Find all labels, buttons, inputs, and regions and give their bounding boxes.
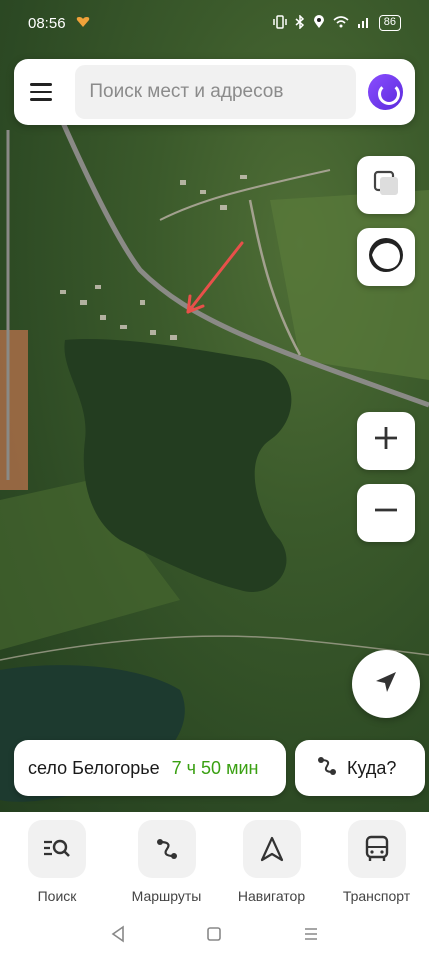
alice-assistant-icon[interactable]: [367, 74, 403, 110]
recents-menu-icon: [303, 926, 319, 947]
navigation-arrow-icon: [372, 668, 400, 701]
plus-icon: [372, 424, 400, 458]
tab-label: Транспорт: [342, 888, 411, 904]
layers-icon: [370, 167, 402, 204]
home-button[interactable]: [194, 921, 234, 951]
bottom-tab-bar: Поиск Маршруты Навигатор Транспорт: [0, 812, 429, 912]
my-location-button[interactable]: [352, 650, 420, 718]
bluetooth-icon: [295, 13, 305, 32]
search-placeholder: Поиск мест и адресов: [89, 81, 284, 102]
tab-search[interactable]: Поиск: [0, 812, 114, 912]
minus-icon: [372, 496, 400, 530]
where-label: Куда?: [347, 757, 397, 778]
map-layers-button[interactable]: [357, 156, 415, 214]
tab-transport[interactable]: Транспорт: [324, 812, 429, 912]
back-button[interactable]: [98, 921, 138, 951]
route-icon: [315, 754, 339, 783]
battery-indicator: 86: [378, 15, 401, 31]
route-suggestion[interactable]: село Белогорье 7 ч 50 мин: [14, 740, 286, 796]
status-time: 08:56: [28, 14, 66, 32]
back-triangle-icon: [110, 924, 126, 948]
where-button[interactable]: Куда?: [295, 740, 425, 796]
status-bar: 08:56 86: [0, 0, 429, 46]
map-mode-icon: [366, 235, 406, 280]
location-icon: [313, 14, 325, 32]
destination-name: село Белогорье: [28, 757, 160, 778]
zoom-out-button[interactable]: [357, 484, 415, 542]
routes-icon: [137, 820, 196, 878]
zoom-in-button[interactable]: [357, 412, 415, 470]
tab-navigator[interactable]: Навигатор: [219, 812, 324, 912]
notification-icon: [76, 15, 90, 32]
tab-routes[interactable]: Маршруты: [114, 812, 219, 912]
menu-button[interactable]: [30, 77, 59, 107]
tab-label: Маршруты: [131, 888, 202, 904]
tab-label: Поиск: [37, 888, 77, 904]
hamburger-icon: [30, 83, 52, 86]
bus-icon: [347, 820, 406, 878]
signal-icon: [357, 16, 371, 31]
map-mode-button[interactable]: [357, 228, 415, 286]
vibrate-icon: [273, 14, 287, 32]
home-square-icon: [206, 926, 222, 947]
wifi-icon: [333, 15, 349, 31]
route-eta: 7 ч 50 мин: [171, 757, 259, 778]
recents-button[interactable]: [291, 921, 331, 951]
search-input[interactable]: Поиск мест и адресов: [75, 65, 356, 119]
tab-label: Навигатор: [237, 888, 306, 904]
search-list-icon: [28, 820, 86, 878]
navigator-icon: [242, 820, 301, 878]
search-bar: Поиск мест и адресов: [14, 59, 415, 125]
system-nav-bar: [0, 912, 429, 960]
